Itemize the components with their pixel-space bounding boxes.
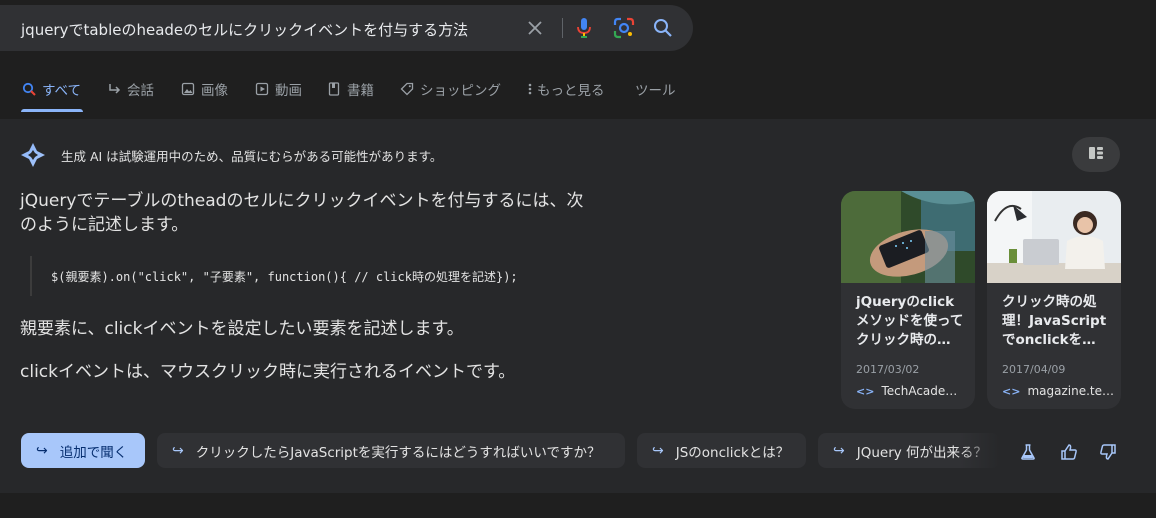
answer-paragraph: 親要素に、clickイベントを設定したい要素を記述します。: [20, 319, 464, 339]
card-thumbnail: [841, 191, 975, 283]
tab-conversation[interactable]: 会話: [106, 76, 154, 102]
answer-line: のように記述します。: [20, 215, 189, 235]
arrow-icon: ↪: [652, 442, 664, 459]
search-input[interactable]: jqueryでtableのheadeのセルにクリックイベントを付与する方法: [21, 19, 468, 40]
suggestion-chip[interactable]: ↪ JSのonclickとは？: [637, 433, 806, 468]
active-tab-indicator: [21, 109, 83, 112]
tab-label: 会話: [127, 83, 154, 99]
chip-label: 追加で聞く: [59, 444, 128, 461]
tab-tools[interactable]: ツール: [635, 76, 676, 102]
arrow-icon: [106, 81, 122, 97]
arrow-icon: ↪: [833, 442, 845, 459]
lens-icon[interactable]: [612, 16, 636, 40]
tab-all[interactable]: すべて: [21, 76, 81, 102]
card-date: 2017/04/09: [1002, 363, 1066, 376]
tab-videos[interactable]: 動画: [254, 76, 302, 102]
thumbs-up-icon[interactable]: [1060, 443, 1078, 461]
tab-books[interactable]: 書籍: [326, 76, 374, 102]
arrow-icon: ↪: [172, 442, 184, 459]
tab-label: ツール: [635, 83, 676, 99]
answer-paragraph: clickイベントは、マウスクリック時に実行されるイベントです。: [20, 362, 516, 382]
code-icon: <>: [856, 384, 875, 398]
tab-images[interactable]: 画像: [180, 76, 228, 102]
tab-label: ショッピング: [420, 83, 501, 99]
card-title: クリック時の処理！JavaScriptでonclickを…: [1002, 294, 1107, 348]
chip-fade: [960, 429, 1000, 473]
answer-line: jQueryでテーブルのtheadのセルにクリックイベントを付与するには、次: [20, 191, 584, 211]
ai-answer: jQueryでテーブルのtheadのセルにクリックイベントを付与するには、次 の…: [20, 189, 640, 237]
code-snippet: $(親要素).on("click", "子要素", function(){ //…: [30, 256, 518, 296]
tab-label: 動画: [275, 83, 302, 99]
source-name: magazine.te…: [1027, 384, 1114, 398]
layout-toggle-button[interactable]: [1072, 137, 1120, 172]
card-thumbnail: [987, 191, 1121, 283]
image-icon: [180, 81, 196, 97]
book-icon: [326, 81, 342, 97]
card-source: <> TechAcade…: [856, 384, 957, 398]
suggestion-chip[interactable]: ↪ クリックしたらJavaScriptを実行するにはどうすればいいですか？: [157, 433, 625, 468]
code-text: $(親要素).on("click", "子要素", function(){ //…: [51, 269, 518, 284]
tag-icon: [399, 81, 415, 97]
video-icon: [254, 81, 270, 97]
source-name: TechAcade…: [881, 384, 958, 398]
sparkle-icon: [20, 142, 46, 168]
tab-label: すべて: [42, 83, 82, 99]
tab-label: 書籍: [347, 83, 374, 99]
tab-label: もっと見る: [537, 83, 605, 99]
search-icon: [21, 81, 37, 97]
close-icon[interactable]: [523, 16, 547, 40]
more-vert-icon: [526, 81, 534, 97]
arrow-icon: ↪: [36, 442, 48, 459]
tab-shopping[interactable]: ショッピング: [399, 76, 501, 102]
ai-disclaimer: 生成 AI は試験運用中のため、品質にむらがある可能性があります。: [61, 149, 443, 164]
chip-label: JSのonclickとは？: [675, 444, 790, 461]
source-card[interactable]: クリック時の処理！JavaScriptでonclickを… 2017/04/09…: [987, 191, 1121, 409]
ask-followup-button[interactable]: ↪ 追加で聞く: [21, 433, 145, 468]
card-date: 2017/03/02: [856, 363, 920, 376]
thumbs-down-icon[interactable]: [1099, 443, 1117, 461]
tab-label: 画像: [201, 83, 228, 99]
chip-label: クリックしたらJavaScriptを実行するにはどうすればいいですか？: [195, 444, 601, 461]
card-title: jQueryのclickメソッドを使ってクリック時の…: [856, 294, 964, 348]
source-card[interactable]: jQueryのclickメソッドを使ってクリック時の… 2017/03/02 <…: [841, 191, 975, 409]
search-bar[interactable]: jqueryでtableのheadeのセルにクリックイベントを付与する方法: [0, 5, 693, 51]
card-source: <> magazine.te…: [1002, 384, 1114, 398]
flask-icon[interactable]: [1019, 443, 1037, 461]
mic-icon[interactable]: [572, 16, 596, 40]
ai-overview-panel: 生成 AI は試験運用中のため、品質にむらがある可能性があります。 jQuery…: [0, 119, 1156, 493]
search-icon[interactable]: [651, 16, 675, 40]
code-icon: <>: [1002, 384, 1021, 398]
tab-more[interactable]: もっと見る: [526, 76, 605, 102]
layout-icon: [1088, 145, 1104, 165]
divider: [562, 18, 563, 38]
